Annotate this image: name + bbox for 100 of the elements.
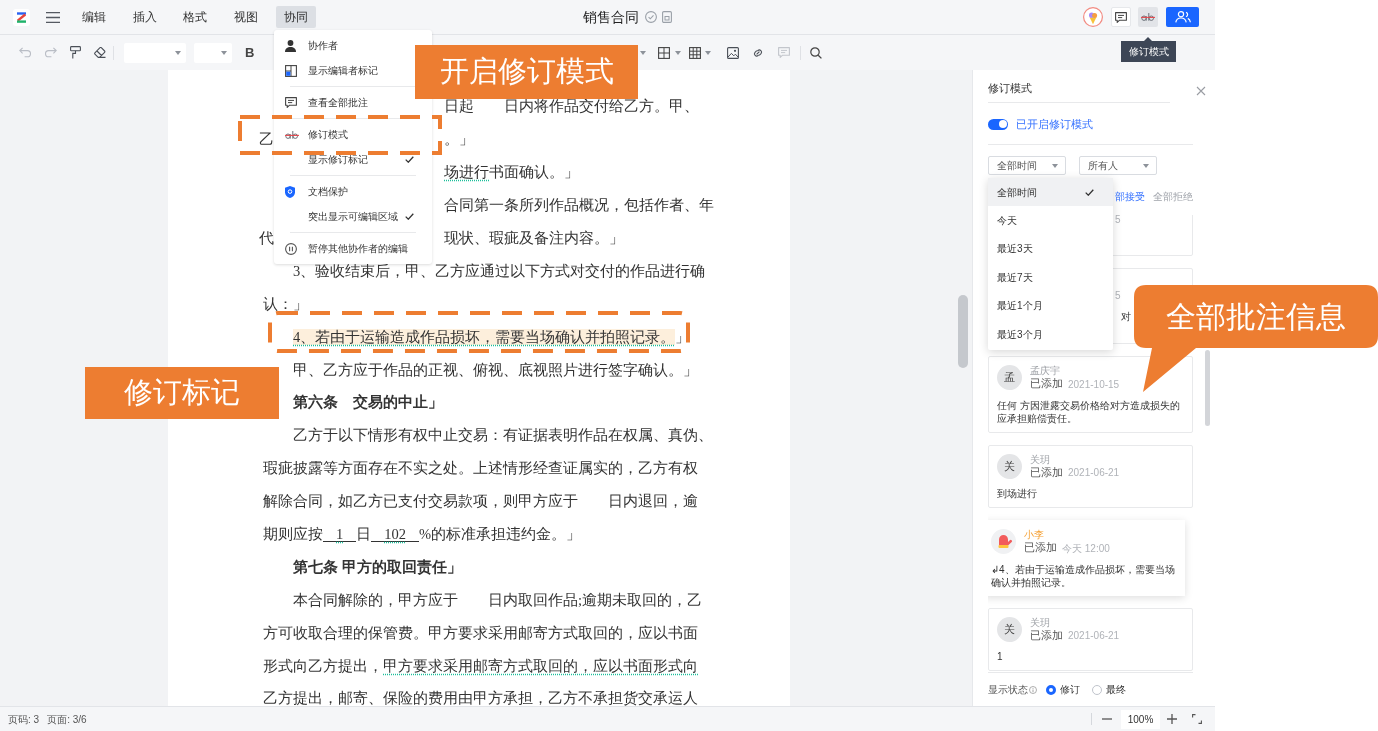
date-text: 2021-06-21	[1068, 466, 1120, 480]
menu-item[interactable]: 查看全部批注	[274, 90, 414, 115]
text-fragment: 合同第一条所列作品概况，包括作者、年	[444, 199, 714, 213]
filter-select[interactable]: 全部时间	[988, 156, 1066, 175]
display-state-label: 显示状态	[988, 683, 1028, 697]
caret-icon[interactable]	[640, 50, 647, 55]
paint-roller-icon[interactable]	[70, 46, 81, 59]
menu-tab[interactable]: 格式	[175, 6, 215, 28]
date-text: 2021-10-15	[1068, 377, 1120, 392]
text-run: 期则应按	[263, 528, 323, 541]
zoom-field[interactable]: 100%	[1121, 709, 1160, 729]
toggle-switch[interactable]	[988, 118, 1008, 130]
check-icon	[405, 156, 414, 163]
image-icon[interactable]	[727, 46, 740, 59]
search-icon[interactable]	[810, 46, 823, 59]
scrollbar-thumb[interactable]	[1205, 350, 1210, 426]
strikethrough-icon	[285, 130, 299, 139]
callout-text: 全部批注信息	[1165, 299, 1347, 335]
check-icon	[405, 213, 414, 220]
menu-item[interactable]: 暂停其他协作者的编辑	[274, 236, 414, 261]
link-icon[interactable]	[752, 46, 765, 59]
users-icon	[1174, 11, 1191, 23]
undo-icon[interactable]	[19, 47, 32, 58]
fill-in-line[interactable]: 1	[323, 527, 357, 542]
date-text: 今天 12:00	[1062, 541, 1110, 556]
text-line: 乙方提出，邮寄、保险的费用由甲方承担，乙方不承担货交承运人	[263, 692, 698, 706]
close-icon[interactable]	[1196, 86, 1206, 96]
table-icon[interactable]	[658, 46, 671, 59]
revision-mode-button[interactable]	[1138, 7, 1158, 27]
grid-icon[interactable]	[689, 46, 702, 59]
caret-icon	[175, 50, 181, 55]
redo-icon[interactable]	[44, 47, 57, 58]
page-number: 页码: 3	[8, 712, 40, 727]
accept-link[interactable]: 部接受	[1115, 188, 1145, 204]
text-fragment: 现状、瑕疵及备注内容。」	[444, 232, 624, 245]
radio-button[interactable]	[1046, 684, 1056, 695]
dropdown-option[interactable]: 全部时间	[988, 178, 1113, 207]
heading: 第七条 甲方的取回责任」	[293, 560, 462, 574]
mitten-icon	[991, 529, 1016, 554]
comment-card[interactable]: 小李 已添加 今天 12:00 ↲4、若由于运输造成作品损坏，需要当场确认并拍照记录。	[988, 520, 1185, 596]
caret-icon[interactable]	[675, 50, 682, 55]
fill-in-line[interactable]: 102	[371, 527, 419, 542]
document-title: 销售合同	[583, 7, 639, 27]
text-fragment: 。」	[444, 133, 474, 147]
comment-text: ↲4、若由于运输造成作品损坏，需要当场确认并拍照记录。	[991, 562, 1176, 589]
comment-card[interactable]: 关 关玥 已添加 2021-06-21 到场进行	[988, 444, 1193, 508]
text-line: 方可收取合理的保管费。甲方要求采用邮寄方式取回的，应以书面	[263, 626, 698, 640]
author-name: 小李	[1024, 529, 1044, 541]
comment-icon	[1114, 11, 1127, 23]
scrollbar-thumb[interactable]	[958, 295, 968, 368]
text-run: %的标准承担违约金。」	[419, 528, 582, 541]
comment-card[interactable]: 关 关玥 已添加 2021-06-21 1	[988, 607, 1193, 671]
menu-item[interactable]: 修订模式	[274, 122, 414, 147]
status-text: 已添加	[1030, 376, 1063, 392]
radio-button[interactable]	[1092, 684, 1102, 695]
dropdown-option[interactable]: 最近3天	[988, 234, 1113, 264]
comment-card[interactable]: 孟 孟庆宇 已添加 2021-10-15 任何 方因泄露交易价格给对方造成损失的应承担赔偿责任。	[988, 356, 1193, 433]
shield-icon	[285, 185, 295, 198]
filter-select[interactable]: 所有人	[1079, 156, 1157, 175]
text-line: 形式向乙方提出，甲方要求采用邮寄方式取回的，应以书面形式向	[263, 659, 698, 673]
menu-tab[interactable]: 协同	[276, 6, 316, 28]
dropdown-option[interactable]: 最近7天	[988, 263, 1113, 292]
avatar: 关	[997, 616, 1022, 642]
toggle-label: 已开启修订模式	[1016, 116, 1093, 132]
ice-cream-icon[interactable]	[1083, 7, 1103, 27]
menu-tab[interactable]: 编辑	[74, 6, 114, 28]
comment-text: 对	[1121, 310, 1131, 323]
caret-icon[interactable]	[705, 50, 712, 55]
text-line: 乙方于以下情形有权中止交易：有证据表明作品在权属、真伪、	[293, 429, 713, 443]
text-line: 认：」	[263, 297, 308, 311]
dropdown-option[interactable]: 最近1个月	[988, 291, 1113, 320]
page-count: 页面: 3/6	[47, 712, 87, 727]
eraser-icon[interactable]	[94, 47, 106, 58]
radio-option[interactable]: 修订	[1046, 682, 1080, 697]
text-fragment: 代	[259, 232, 274, 245]
caret-icon	[221, 50, 227, 55]
comments-button[interactable]	[1110, 7, 1131, 27]
menu-item[interactable]: 显示修订标记	[274, 147, 414, 172]
comment-icon	[285, 97, 297, 108]
radio-option[interactable]: 最终	[1092, 682, 1126, 697]
fit-icon[interactable]	[1192, 714, 1202, 724]
menu-item[interactable]: 突出显示可编辑区域	[274, 204, 414, 229]
bold-button[interactable]: B	[245, 46, 255, 59]
date-text: 2021-06-21	[1068, 629, 1120, 643]
logo-icon[interactable]	[13, 8, 30, 26]
dropdown-option[interactable]: 最近3个月	[988, 319, 1113, 349]
date-text: 5	[1115, 215, 1121, 226]
people-button[interactable]	[1166, 7, 1199, 27]
menu-item[interactable]: 协作者	[274, 33, 414, 58]
dropdown-option[interactable]: 今天	[988, 206, 1113, 235]
plus-icon[interactable]	[1167, 714, 1177, 724]
info-icon[interactable]	[1029, 685, 1037, 694]
text-line: 解除合同，如乙方已支付交易款项，则甲方应于 日内退回，逾	[263, 495, 698, 509]
menu-item[interactable]: 文档保护	[274, 179, 414, 204]
menu-tab[interactable]: 插入	[124, 6, 165, 28]
status-text: 已添加	[1030, 465, 1063, 480]
menu-icon[interactable]	[46, 11, 60, 23]
menu-item[interactable]: 显示编辑者标记	[274, 58, 414, 83]
menu-tab[interactable]: 视图	[225, 6, 266, 28]
pause-icon	[285, 242, 297, 255]
